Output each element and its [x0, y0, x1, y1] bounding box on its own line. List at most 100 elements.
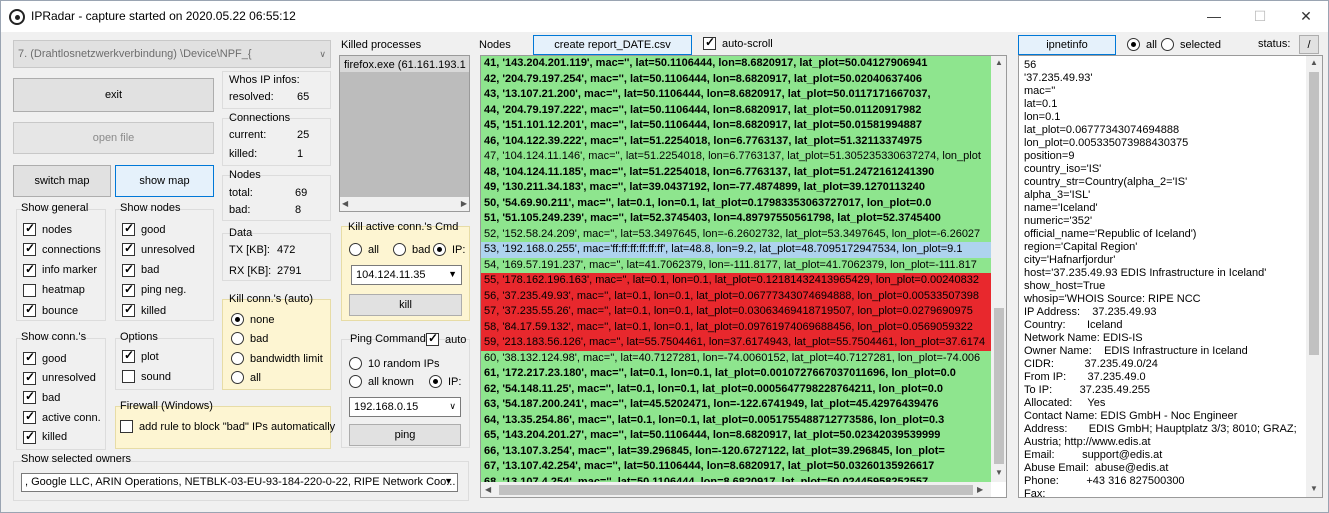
rx-value: 2791	[277, 265, 302, 277]
table-row[interactable]: 67, '13.107.42.254', mac='', lat=50.1106…	[481, 459, 991, 475]
table-row[interactable]: 53, '192.168.0.255', mac='ff:ff:ff:ff:ff…	[481, 242, 991, 258]
info-selected-radio[interactable]: selected	[1161, 38, 1221, 51]
ipnetinfo-button[interactable]: ipnetinfo	[1018, 35, 1116, 55]
interface-select-value: 7. (Drahtlosnetzwerkverbindung) \Device\…	[18, 48, 252, 60]
vertical-scrollbar[interactable]: ▲ ▼	[1306, 56, 1322, 497]
scroll-thumb[interactable]	[1309, 72, 1319, 355]
scroll-left-icon[interactable]: ◀	[485, 485, 491, 494]
killed-processes-list[interactable]: firefox.exe (61.161.193.1 ◀ ▶	[339, 55, 470, 212]
table-row[interactable]: 51, '51.105.249.239', mac='', lat=52.374…	[481, 211, 991, 227]
show-nodes-checkbox-ping-neg[interactable]: ping neg.	[122, 282, 186, 297]
table-row[interactable]: 62, '54.148.11.25', mac='', lat=0.1, lon…	[481, 381, 991, 397]
ping-ip-select[interactable]: 192.168.0.15 ∨	[349, 397, 461, 417]
table-row[interactable]: 58, '84.17.59.132', mac='', lat=0.1, lon…	[481, 319, 991, 335]
ip-info-panel[interactable]: 56'37.235.49.93' mac='' lat=0.1 lon=0.1 lat_…	[1018, 55, 1323, 498]
horizontal-scrollbar[interactable]: ◀ ▶	[481, 482, 991, 497]
table-row[interactable]: 57, '37.235.55.26', mac='', lat=0.1, lon…	[481, 304, 991, 320]
close-icon[interactable]: ✕	[1283, 1, 1329, 32]
show-general-checkbox-bounce[interactable]: bounce	[23, 302, 78, 318]
table-row[interactable]: 49, '130.211.34.183', mac='', lat=39.043…	[481, 180, 991, 196]
vertical-scrollbar[interactable]: ▲ ▼	[991, 56, 1006, 482]
scroll-right-icon[interactable]: ▶	[461, 199, 467, 208]
options-checkbox-sound[interactable]: sound	[122, 370, 171, 383]
horizontal-scrollbar[interactable]: ◀ ▶	[340, 197, 469, 211]
table-row[interactable]: 52, '152.58.24.209', mac='', lat=53.3497…	[481, 226, 991, 242]
scroll-up-icon[interactable]: ▲	[1310, 58, 1318, 67]
kill-auto-radio-bandwidth-limit[interactable]: bandwidth limit	[231, 352, 323, 365]
table-row[interactable]: 54, '169.57.191.237', mac='', lat=41.706…	[481, 257, 991, 273]
table-row[interactable]: 41, '143.204.201.119', mac='', lat=50.11…	[481, 56, 991, 72]
kill-auto-radio-none[interactable]: none	[231, 313, 274, 326]
ping-button[interactable]: ping	[349, 424, 461, 446]
show-nodes-checkbox-unresolved[interactable]: unresolved	[122, 241, 195, 257]
show-nodes-checkbox-bad[interactable]: bad	[122, 262, 159, 277]
table-row[interactable]: 65, '143.204.201.27', mac='', lat=50.110…	[481, 428, 991, 444]
show-general-checkbox-info-marker[interactable]: info marker	[23, 262, 97, 277]
scroll-down-icon[interactable]: ▼	[995, 468, 1003, 477]
open-file-button[interactable]: open file	[13, 122, 214, 154]
table-row[interactable]: 45, '151.101.12.201', mac='', lat=50.110…	[481, 118, 991, 134]
show-general-checkbox-nodes[interactable]: nodes	[23, 221, 72, 236]
info-all-radio[interactable]: all	[1127, 38, 1157, 51]
show-nodes-checkbox-killed[interactable]: killed	[122, 302, 166, 318]
show-conns-checkbox-killed[interactable]: killed	[23, 429, 67, 444]
owners-select[interactable]: , Google LLC, ARIN Operations, NETBLK-03…	[21, 473, 458, 492]
options-checkbox-plot[interactable]: plot	[122, 348, 159, 363]
info-line: CIDR: 37.235.49.0/24	[1024, 358, 1158, 370]
table-row[interactable]: 44, '204.79.197.222', mac='', lat=50.110…	[481, 102, 991, 118]
interface-select[interactable]: 7. (Drahtlosnetzwerkverbindung) \Device\…	[13, 40, 331, 68]
info-line: lon_plot=0.005335073988430375	[1024, 137, 1189, 149]
kill-ip-value: 104.124.11.35	[356, 269, 426, 281]
ping-radio-ip[interactable]: IP:	[429, 375, 461, 388]
kill-auto-radio-all[interactable]: all	[231, 371, 261, 384]
switch-map-button[interactable]: switch map	[13, 165, 111, 197]
show-general-checkbox-connections[interactable]: connections	[23, 241, 101, 257]
create-report-button[interactable]: create report_DATE.csv	[533, 35, 692, 55]
show-nodes-checkbox-good[interactable]: good	[122, 221, 165, 236]
table-row[interactable]: 46, '104.122.39.222', mac='', lat=51.225…	[481, 133, 991, 149]
table-row[interactable]: 48, '104.124.11.185', mac='', lat=51.225…	[481, 164, 991, 180]
kill-cmd-radio-all[interactable]: all	[349, 243, 379, 256]
kill-auto-radio-bad[interactable]: bad	[231, 332, 268, 345]
exit-button[interactable]: exit	[13, 78, 214, 112]
table-row[interactable]: 60, '38.132.124.98', mac='', lat=40.7127…	[481, 350, 991, 366]
show-conns-checkbox-unresolved[interactable]: unresolved	[23, 370, 96, 385]
kill-cmd-radio-bad[interactable]: bad	[393, 243, 430, 256]
scroll-thumb[interactable]	[994, 308, 1004, 464]
table-row[interactable]: 61, '172.217.23.180', mac='', lat=0.1, l…	[481, 366, 991, 382]
maximize-icon[interactable]: ☐	[1237, 1, 1283, 32]
table-row[interactable]: 64, '13.35.254.86', mac='', lat=0.1, lon…	[481, 412, 991, 428]
table-row[interactable]: 59, '213.183.56.126', mac='', lat=55.750…	[481, 335, 991, 351]
ping-auto-checkbox[interactable]: auto	[426, 331, 466, 346]
table-row[interactable]: 50, '54.69.90.211', mac='', lat=0.1, lon…	[481, 195, 991, 211]
table-row[interactable]: 42, '204.79.197.254', mac='', lat=50.110…	[481, 71, 991, 87]
kill-button[interactable]: kill	[349, 294, 462, 316]
table-row[interactable]: 66, '13.107.3.254', mac='', lat=39.29684…	[481, 443, 991, 459]
scroll-thumb[interactable]	[499, 485, 973, 495]
nodes-list[interactable]: 41, '143.204.201.119', mac='', lat=50.11…	[480, 55, 1007, 498]
firewall-block-checkbox[interactable]: add rule to block "bad" IPs automaticall…	[120, 420, 335, 433]
chevron-down-icon: ▼	[444, 476, 453, 486]
kill-ip-select[interactable]: 104.124.11.35 ▼	[351, 265, 462, 285]
list-item[interactable]: firefox.exe (61.161.193.1	[340, 56, 469, 72]
minimize-icon[interactable]: —	[1191, 1, 1237, 32]
scroll-left-icon[interactable]: ◀	[342, 199, 348, 208]
info-line: IP Address: 37.235.49.93	[1024, 306, 1157, 318]
table-row[interactable]: 63, '54.187.200.241', mac='', lat=45.520…	[481, 397, 991, 413]
table-row[interactable]: 55, '178.162.196.163', mac='', lat=0.1, …	[481, 273, 991, 289]
show-general-checkbox-heatmap[interactable]: heatmap	[23, 283, 85, 297]
table-row[interactable]: 43, '13.107.21.200', mac='', lat=50.1106…	[481, 87, 991, 103]
kill-cmd-radio-ip[interactable]: IP:	[433, 243, 465, 256]
scroll-down-icon[interactable]: ▼	[1310, 484, 1318, 493]
show-conns-checkbox-good[interactable]: good	[23, 350, 66, 365]
show-conns-checkbox-active-conn[interactable]: active conn.	[23, 409, 101, 425]
show-map-button[interactable]: show map	[115, 165, 214, 197]
show-conns-checkbox-bad[interactable]: bad	[23, 389, 60, 405]
scroll-up-icon[interactable]: ▲	[995, 58, 1003, 67]
ping-radio-10-random-ips[interactable]: 10 random IPs	[349, 357, 440, 370]
auto-scroll-checkbox[interactable]: auto-scroll	[703, 35, 773, 50]
ping-radio-all-known[interactable]: all known	[349, 375, 414, 388]
table-row[interactable]: 47, '104.124.11.146', mac='', lat=51.225…	[481, 149, 991, 165]
table-row[interactable]: 56, '37.235.49.93', mac='', lat=0.1, lon…	[481, 288, 991, 304]
scroll-right-icon[interactable]: ▶	[977, 485, 983, 494]
